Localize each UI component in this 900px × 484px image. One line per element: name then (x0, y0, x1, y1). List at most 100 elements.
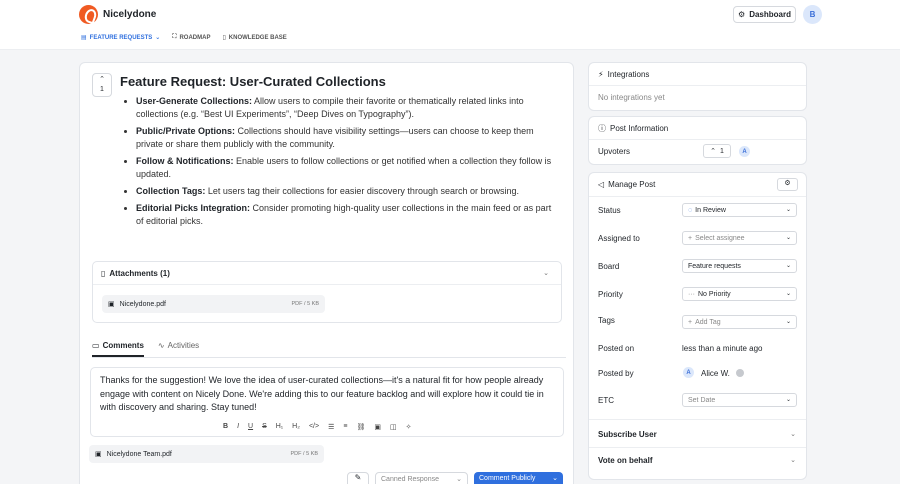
chevron-down-icon[interactable]: ⌄ (790, 456, 796, 464)
italic-icon[interactable]: I (237, 423, 239, 431)
in-review-icon: ◌ (688, 206, 693, 214)
manage-post-title: Manage Post (608, 179, 656, 189)
file-name: Nicelydone Team.pdf (106, 450, 172, 458)
manage-post-card: ◁ Manage Post ⚙ Status ◌ In Review ⌄ Ass… (588, 172, 807, 480)
chevron-down-icon[interactable]: ⌄ (790, 430, 796, 438)
avatar[interactable]: A (739, 146, 750, 157)
list-item: Follow & Notifications: Enable users to … (136, 155, 556, 181)
attachments-header[interactable]: ▯ Attachments (1) (93, 262, 561, 285)
tags-value: Add Tag (695, 318, 721, 326)
embed-icon[interactable]: ◫ (390, 423, 397, 431)
bullet-list-icon[interactable]: ☰ (328, 423, 334, 431)
priority-value: No Priority (698, 290, 731, 298)
heading1-icon[interactable]: H₁ (276, 423, 283, 431)
assignee-select[interactable]: + Select assignee ⌄ (682, 231, 797, 245)
canned-response-label: Canned Response (381, 476, 439, 483)
tab-comments[interactable]: ▭ Comments (92, 341, 144, 357)
editor-toolbar: B I U S H₁ H₂ </> ☰ ≡ ⛓ ▣ ◫ ✧ (223, 423, 411, 431)
tags-select[interactable]: + Add Tag ⌄ (682, 315, 797, 329)
chevron-down-icon: ⌄ (785, 207, 791, 213)
attachment-file[interactable]: ▣ Nicelydone.pdf PDF / 5 KB (102, 295, 325, 313)
etc-date-select[interactable]: Set Date ⌄ (682, 393, 797, 407)
bullet-label: User-Generate Collections: (136, 96, 253, 106)
user-info-icon[interactable] (736, 369, 744, 377)
activity-icon: ∿ (157, 341, 165, 350)
comment-publicly-button[interactable]: Comment Publicly ⌄ (474, 472, 563, 484)
bullet-label: Public/Private Options: (136, 126, 236, 136)
settings-button[interactable]: ⚙ (777, 178, 798, 191)
assignee-value: Select assignee (695, 234, 745, 242)
file-meta: PDF / 5 KB (291, 301, 319, 307)
board-icon: ▤ (81, 35, 87, 41)
bullet-label: Follow & Notifications: (136, 156, 234, 166)
chevron-down-icon: ⌄ (785, 291, 791, 297)
numbered-list-icon[interactable]: ≡ (343, 423, 347, 431)
tab-roadmap[interactable]: ⛶ ROADMAP (172, 34, 210, 41)
image-icon[interactable]: ▣ (374, 423, 381, 431)
chevron-down-icon[interactable]: ⌄ (552, 474, 558, 482)
posted-on-value: less than a minute ago (682, 344, 763, 353)
chevron-down-icon: ⌄ (785, 263, 791, 269)
info-icon: ⓘ (598, 123, 606, 133)
comment-icon: ▭ (92, 341, 100, 350)
vote-count: 1 (100, 86, 104, 93)
comment-tabs: ▭ Comments ∿ Activities (92, 341, 566, 358)
priority-select[interactable]: ··· No Priority ⌄ (682, 287, 797, 301)
strikethrough-icon[interactable]: S (262, 423, 267, 431)
upvote-counter[interactable]: ⌃ 1 (703, 144, 731, 158)
bold-icon[interactable]: B (223, 423, 228, 431)
canned-response-select[interactable]: Canned Response ⌄ (375, 472, 468, 484)
gear-icon: ⚙ (738, 10, 746, 19)
priority-label: Priority (598, 290, 623, 299)
list-item: Public/Private Options: Collections shou… (136, 125, 556, 151)
status-select[interactable]: ◌ In Review ⌄ (682, 203, 797, 217)
dashboard-button[interactable]: ⚙ Dashboard (733, 6, 796, 23)
comment-actions: ✎ Canned Response ⌄ Comment Publicly ⌄ (347, 472, 563, 484)
chevron-down-icon[interactable]: ⌄ (543, 269, 549, 277)
posted-by-label: Posted by (598, 369, 634, 378)
brand-logo[interactable] (79, 5, 98, 24)
tab-feature-requests[interactable]: ▤ FEATURE REQUESTS ⌄ (81, 34, 160, 42)
link-icon[interactable]: ⛓ (356, 423, 365, 431)
file-name: Nicelydone.pdf (119, 300, 166, 308)
chevron-up-icon: ⌃ (99, 76, 105, 83)
post-information-title: Post Information (610, 123, 669, 133)
vote-on-behalf-label[interactable]: Vote on behalf (598, 456, 653, 465)
comment-attachment[interactable]: ▣ Nicelydone Team.pdf PDF / 5 KB (89, 445, 324, 463)
list-item: User-Generate Collections: Allow users t… (136, 95, 556, 121)
upvoters-label: Upvoters (598, 147, 631, 156)
magic-icon[interactable]: ✧ (406, 423, 412, 431)
chevron-down-icon: ⌄ (456, 476, 462, 483)
post-information-card: ⓘ Post Information Upvoters ⌃ 1 A (588, 116, 807, 165)
tab-knowledge-base[interactable]: ▯ KNOWLEDGE BASE (222, 34, 287, 42)
list-item: Editorial Picks Integration: Consider pr… (136, 202, 556, 228)
upvote-button[interactable]: ⌃ 1 (92, 73, 112, 97)
brand-name: Nicelydone (103, 9, 157, 20)
subscribe-user-label[interactable]: Subscribe User (598, 430, 657, 439)
plus-icon: + (688, 318, 693, 326)
attachments-title: Attachments (1) (109, 268, 170, 278)
post-body: User-Generate Collections: Allow users t… (126, 95, 556, 232)
board-select[interactable]: Feature requests ⌄ (682, 259, 797, 273)
chevron-down-icon: ⌄ (785, 397, 791, 403)
post-title: Feature Request: User-Curated Collection… (120, 74, 386, 89)
post-card: ⌃ 1 Feature Request: User-Curated Collec… (79, 62, 574, 484)
heading2-icon[interactable]: H₂ (292, 423, 300, 431)
posted-by-value: Alice W. (701, 369, 730, 378)
paperclip-icon[interactable]: ✎ (347, 472, 369, 484)
post-information-header: ⓘ Post Information (589, 117, 806, 139)
avatar[interactable]: A (683, 367, 694, 378)
user-avatar[interactable]: B (803, 5, 822, 24)
etc-value: Set Date (688, 396, 716, 404)
bullet-label: Collection Tags: (136, 186, 206, 196)
underline-icon[interactable]: U (248, 423, 253, 431)
plug-icon: ⚡ (598, 69, 604, 79)
tab-knowledge-base-label: KNOWLEDGE BASE (228, 34, 287, 41)
chevron-down-icon: ⌄ (785, 235, 791, 241)
pdf-icon: ▣ (95, 451, 102, 458)
comment-publicly-label: Comment Publicly (479, 475, 536, 482)
code-icon[interactable]: </> (309, 423, 319, 431)
list-item: Collection Tags: Let users tag their col… (136, 185, 556, 198)
tab-activities[interactable]: ∿ Activities (158, 341, 199, 357)
assigned-label: Assigned to (598, 234, 640, 243)
